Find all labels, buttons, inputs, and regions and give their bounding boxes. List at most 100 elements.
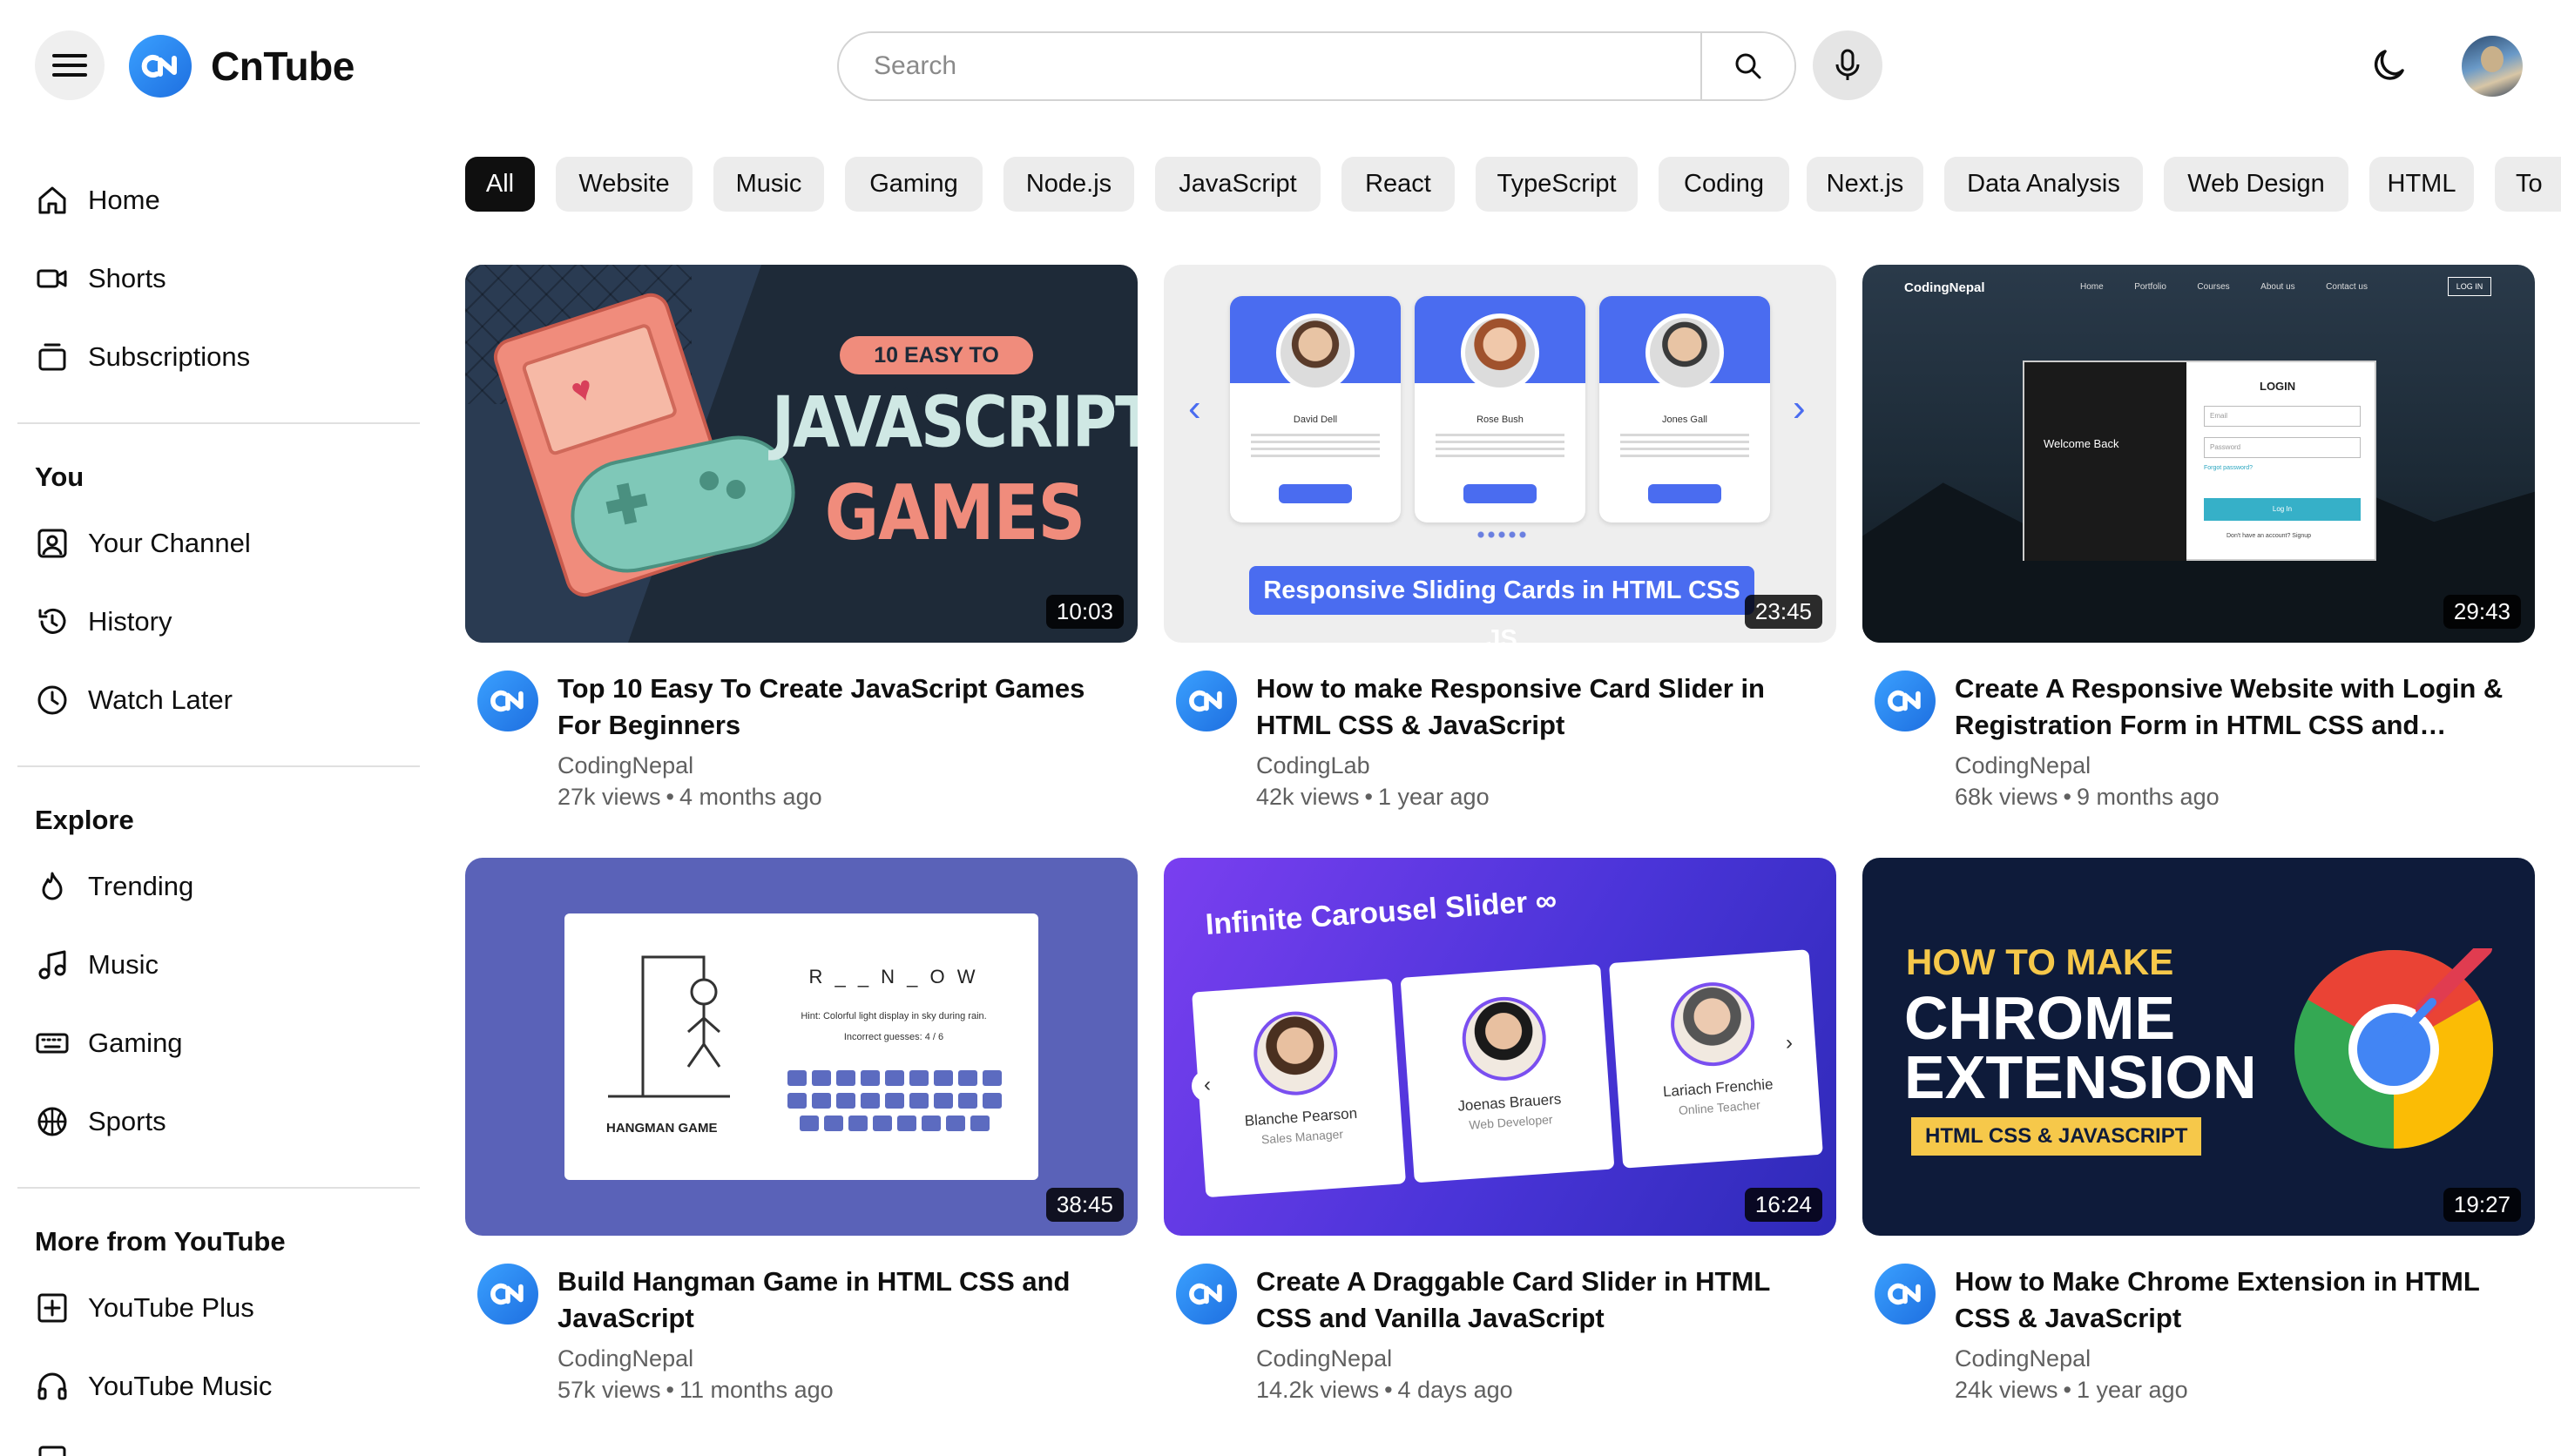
thumbnail-title-line1: JAVASCRIPT <box>772 381 1138 464</box>
channel-logo-icon <box>1888 690 1921 712</box>
user-square-icon <box>35 526 70 561</box>
top-bar: CnTube <box>0 0 2561 131</box>
video-thumbnail[interactable]: CodingNepal Home Portfolio Courses About us… <box>1862 265 2535 643</box>
channel-name[interactable]: CodingNepal <box>1955 752 2091 779</box>
sidebar-item-history[interactable]: History <box>17 587 418 657</box>
thumbnail-line3: EXTENSION <box>1904 1043 2257 1111</box>
video-thumbnail[interactable]: ‹ › David Dell Rose Bush Jones Gall Resp… <box>1164 265 1836 643</box>
menu-button[interactable] <box>35 30 105 100</box>
video-title[interactable]: Create A Draggable Card Slider in HTML C… <box>1256 1264 1822 1337</box>
search-button[interactable] <box>1700 33 1794 99</box>
channel-avatar[interactable] <box>1176 1264 1237 1325</box>
chip-web-design[interactable]: Web Design <box>2164 157 2348 212</box>
video-thumbnail[interactable]: Infinite Carousel Slider ∞ Blanche Pears… <box>1164 858 1836 1236</box>
video-title[interactable]: Build Hangman Game in HTML CSS and JavaS… <box>557 1264 1124 1337</box>
channel-name[interactable]: CodingLab <box>1256 752 1370 779</box>
video-title[interactable]: How to Make Chrome Extension in HTML CSS… <box>1955 1264 2521 1337</box>
video-duration: 29:43 <box>2443 595 2521 629</box>
thumbnail-submit: Log In <box>2204 498 2361 521</box>
view-count: 57k views <box>557 1377 661 1403</box>
history-icon <box>35 604 70 639</box>
thumbnail-brand: CodingNepal <box>1904 280 1985 295</box>
chip-all[interactable]: All <box>465 157 535 212</box>
sidebar-item-label: YouTube Plus <box>88 1292 254 1323</box>
thumbnail-word: R _ _ N _ O W <box>808 966 979 988</box>
thumbnail-password: Password <box>2204 437 2361 458</box>
sidebar: Home Shorts Subscriptions You Your Chann… <box>0 131 436 1456</box>
video-meta: 24k views • 1 year ago <box>1955 1377 2188 1403</box>
chip-coding[interactable]: Coding <box>1659 157 1789 212</box>
sidebar-item-shorts[interactable]: Shorts <box>17 244 418 313</box>
upload-age: 4 months ago <box>679 784 822 810</box>
chip-javascript[interactable]: JavaScript <box>1155 157 1321 212</box>
video-title[interactable]: Create A Responsive Website with Login &… <box>1955 671 2521 744</box>
video-meta: 14.2k views • 4 days ago <box>1256 1377 1513 1403</box>
channel-logo-icon <box>1189 690 1222 712</box>
thumbnail-heading: Infinite Carousel Slider ∞ <box>1204 883 1558 941</box>
video-meta: 27k views • 4 months ago <box>557 784 822 810</box>
channel-name[interactable]: CodingNepal <box>1955 1345 2091 1372</box>
chip-more[interactable]: To <box>2495 157 2561 212</box>
chip-gaming[interactable]: Gaming <box>845 157 983 212</box>
channel-avatar[interactable] <box>1875 671 1936 731</box>
card-name: David Dell <box>1293 415 1338 425</box>
sidebar-item-watch-later[interactable]: Watch Later <box>17 665 418 735</box>
chip-data-analysis[interactable]: Data Analysis <box>1944 157 2143 212</box>
video-thumbnail[interactable]: HANGMAN GAME R _ _ N _ O W Hint: Colorfu… <box>465 858 1138 1236</box>
channel-name[interactable]: CodingNepal <box>557 752 693 779</box>
user-avatar[interactable] <box>2462 36 2523 97</box>
sidebar-item-label: YouTube Music <box>88 1371 273 1401</box>
sidebar-item-your-channel[interactable]: Your Channel <box>17 509 418 578</box>
chip-react[interactable]: React <box>1341 157 1455 212</box>
channel-avatar[interactable] <box>477 671 538 731</box>
chip-typescript[interactable]: TypeScript <box>1476 157 1638 212</box>
tv-icon <box>35 340 70 374</box>
chip-music[interactable]: Music <box>713 157 824 212</box>
channel-name[interactable]: CodingNepal <box>1256 1345 1392 1372</box>
view-count: 42k views <box>1256 784 1360 810</box>
chip-nextjs[interactable]: Next.js <box>1807 157 1923 212</box>
upload-age: 9 months ago <box>2077 784 2220 810</box>
thumbnail-welcome: Welcome Back <box>2044 437 2119 450</box>
channel-name[interactable]: CodingNepal <box>557 1345 693 1372</box>
video-title[interactable]: How to make Responsive Card Slider in HT… <box>1256 671 1822 744</box>
channel-avatar[interactable] <box>1875 1264 1936 1325</box>
sidebar-item-youtube-plus[interactable]: YouTube Plus <box>17 1273 418 1343</box>
video-thumbnail[interactable]: HOW TO MAKE CHROME EXTENSION HTML CSS & … <box>1862 858 2535 1236</box>
channel-avatar[interactable] <box>477 1264 538 1325</box>
sidebar-item-youtube-music[interactable]: YouTube Music <box>17 1352 418 1421</box>
sidebar-divider <box>17 422 420 424</box>
chip-website[interactable]: Website <box>556 157 693 212</box>
chip-html[interactable]: HTML <box>2369 157 2474 212</box>
thumbnail-forgot: Forgot password? <box>2204 465 2254 471</box>
thumbnail-login-button: LOG IN <box>2448 277 2491 296</box>
video-title[interactable]: Top 10 Easy To Create JavaScript Games F… <box>557 671 1124 744</box>
view-count: 14.2k views <box>1256 1377 1380 1403</box>
logo-text: CnTube <box>211 44 355 89</box>
sidebar-item-gaming[interactable]: Gaming <box>17 1008 418 1078</box>
sidebar-item-home[interactable]: Home <box>17 165 418 235</box>
channel-logo-icon <box>490 1283 524 1305</box>
chip-nodejs[interactable]: Node.js <box>1003 157 1134 212</box>
video-duration: 16:24 <box>1744 1188 1822 1222</box>
sidebar-heading-more: More from YouTube <box>35 1226 286 1257</box>
logo-icon <box>129 35 192 98</box>
view-count: 27k views <box>557 784 661 810</box>
sidebar-item-partial[interactable] <box>17 1430 418 1456</box>
sidebar-heading-you: You <box>35 462 84 492</box>
sidebar-item-label: Trending <box>88 871 194 901</box>
video-thumbnail[interactable]: ♥ 10 EASY TO CREATE JAVASCRIPT GAMES 10:… <box>465 265 1138 643</box>
sidebar-heading-explore: Explore <box>35 805 134 835</box>
search-input[interactable] <box>839 33 1700 99</box>
sidebar-item-subscriptions[interactable]: Subscriptions <box>17 322 418 392</box>
sidebar-item-sports[interactable]: Sports <box>17 1087 418 1156</box>
channel-avatar[interactable] <box>1176 671 1237 731</box>
sidebar-item-music[interactable]: Music <box>17 930 418 1000</box>
channel-logo-icon <box>1189 1283 1222 1305</box>
logo[interactable]: CnTube <box>129 35 355 98</box>
voice-search-button[interactable] <box>1813 30 1882 100</box>
view-count: 24k views <box>1955 1377 2058 1403</box>
sidebar-item-trending[interactable]: Trending <box>17 852 418 921</box>
thumbnail-nav: Home Portfolio Courses About us Contact us <box>2080 282 2368 292</box>
theme-toggle-button[interactable] <box>2354 30 2423 100</box>
